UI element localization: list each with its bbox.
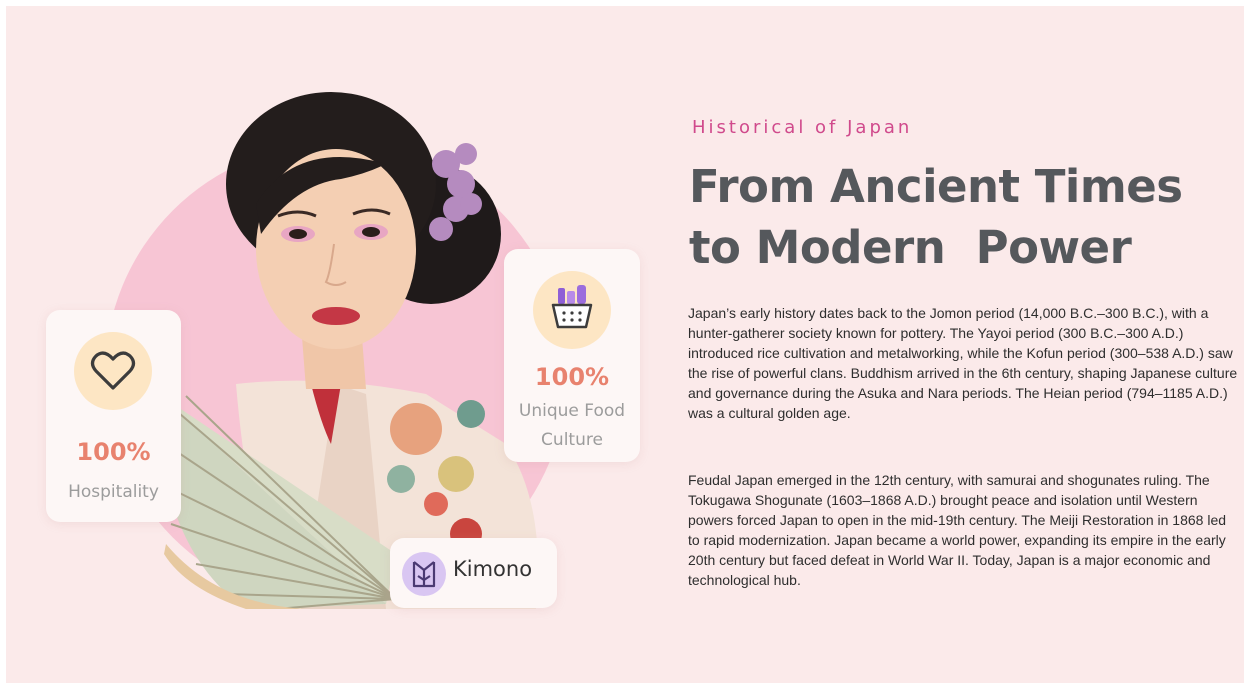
history-paragraph-feudal: Feudal Japan emerged in the 12th century… bbox=[688, 472, 1227, 588]
food-basket-icon bbox=[551, 285, 593, 329]
food-culture-card: 100% Unique Food Culture bbox=[504, 249, 640, 462]
kimono-badge bbox=[402, 552, 446, 596]
history-paragraph-early: Japan’s early history dates back to the … bbox=[688, 305, 1238, 421]
hospitality-label: Hospitality bbox=[68, 482, 159, 502]
woman-portrait-image bbox=[156, 92, 538, 609]
hospitality-icon-circle bbox=[74, 332, 152, 410]
food-icon-circle bbox=[533, 271, 611, 349]
page-title: From Ancient Times to Modern Power bbox=[689, 156, 1244, 278]
kimono-tag: Kimono bbox=[390, 538, 557, 608]
hero-section: 100% Hospitality 100% Unique Food Cultur… bbox=[6, 6, 1244, 683]
heart-icon bbox=[90, 351, 136, 390]
kimono-label: Kimono bbox=[453, 557, 533, 581]
section-eyebrow: Historical of Japan bbox=[692, 117, 913, 138]
headline-line-2: to Modern Power bbox=[689, 221, 1132, 274]
hospitality-percent: 100% bbox=[76, 438, 151, 466]
food-percent: 100% bbox=[534, 363, 610, 391]
food-label: Unique Food Culture bbox=[518, 401, 626, 450]
kimono-icon bbox=[412, 561, 436, 588]
hospitality-card: 100% Hospitality bbox=[46, 310, 181, 522]
headline-line-1: From Ancient Times bbox=[689, 160, 1183, 213]
